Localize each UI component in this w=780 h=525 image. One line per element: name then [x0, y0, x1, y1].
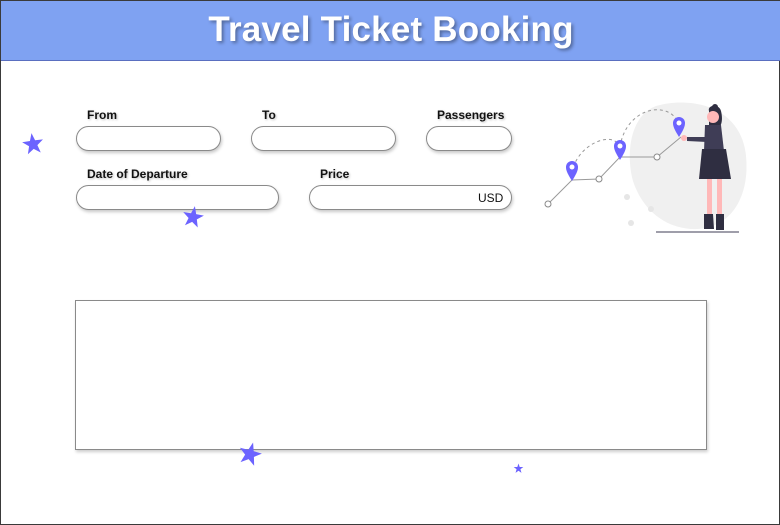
price-currency-unit: USD — [478, 191, 504, 205]
star-icon — [513, 463, 524, 473]
header-banner: Travel Ticket Booking — [1, 1, 780, 61]
results-panel — [75, 300, 707, 450]
star-icon — [22, 133, 43, 155]
to-label: To — [262, 108, 276, 122]
to-input[interactable] — [251, 126, 396, 151]
traveler-map-pins-illustration — [544, 102, 747, 233]
page-title: Travel Ticket Booking — [208, 10, 574, 49]
departure-date-input[interactable] — [76, 185, 279, 210]
price-label: Price — [320, 167, 350, 181]
app-window: Travel Ticket Booking From To Passengers… — [0, 0, 780, 525]
passengers-label: Passengers — [437, 108, 505, 122]
star-icon — [239, 442, 262, 466]
map-pin-icon — [566, 161, 578, 181]
departure-date-label: Date of Departure — [87, 167, 188, 181]
from-label: From — [87, 108, 117, 122]
from-input[interactable] — [76, 126, 221, 151]
passengers-input[interactable] — [426, 126, 512, 151]
star-icon — [183, 206, 204, 228]
